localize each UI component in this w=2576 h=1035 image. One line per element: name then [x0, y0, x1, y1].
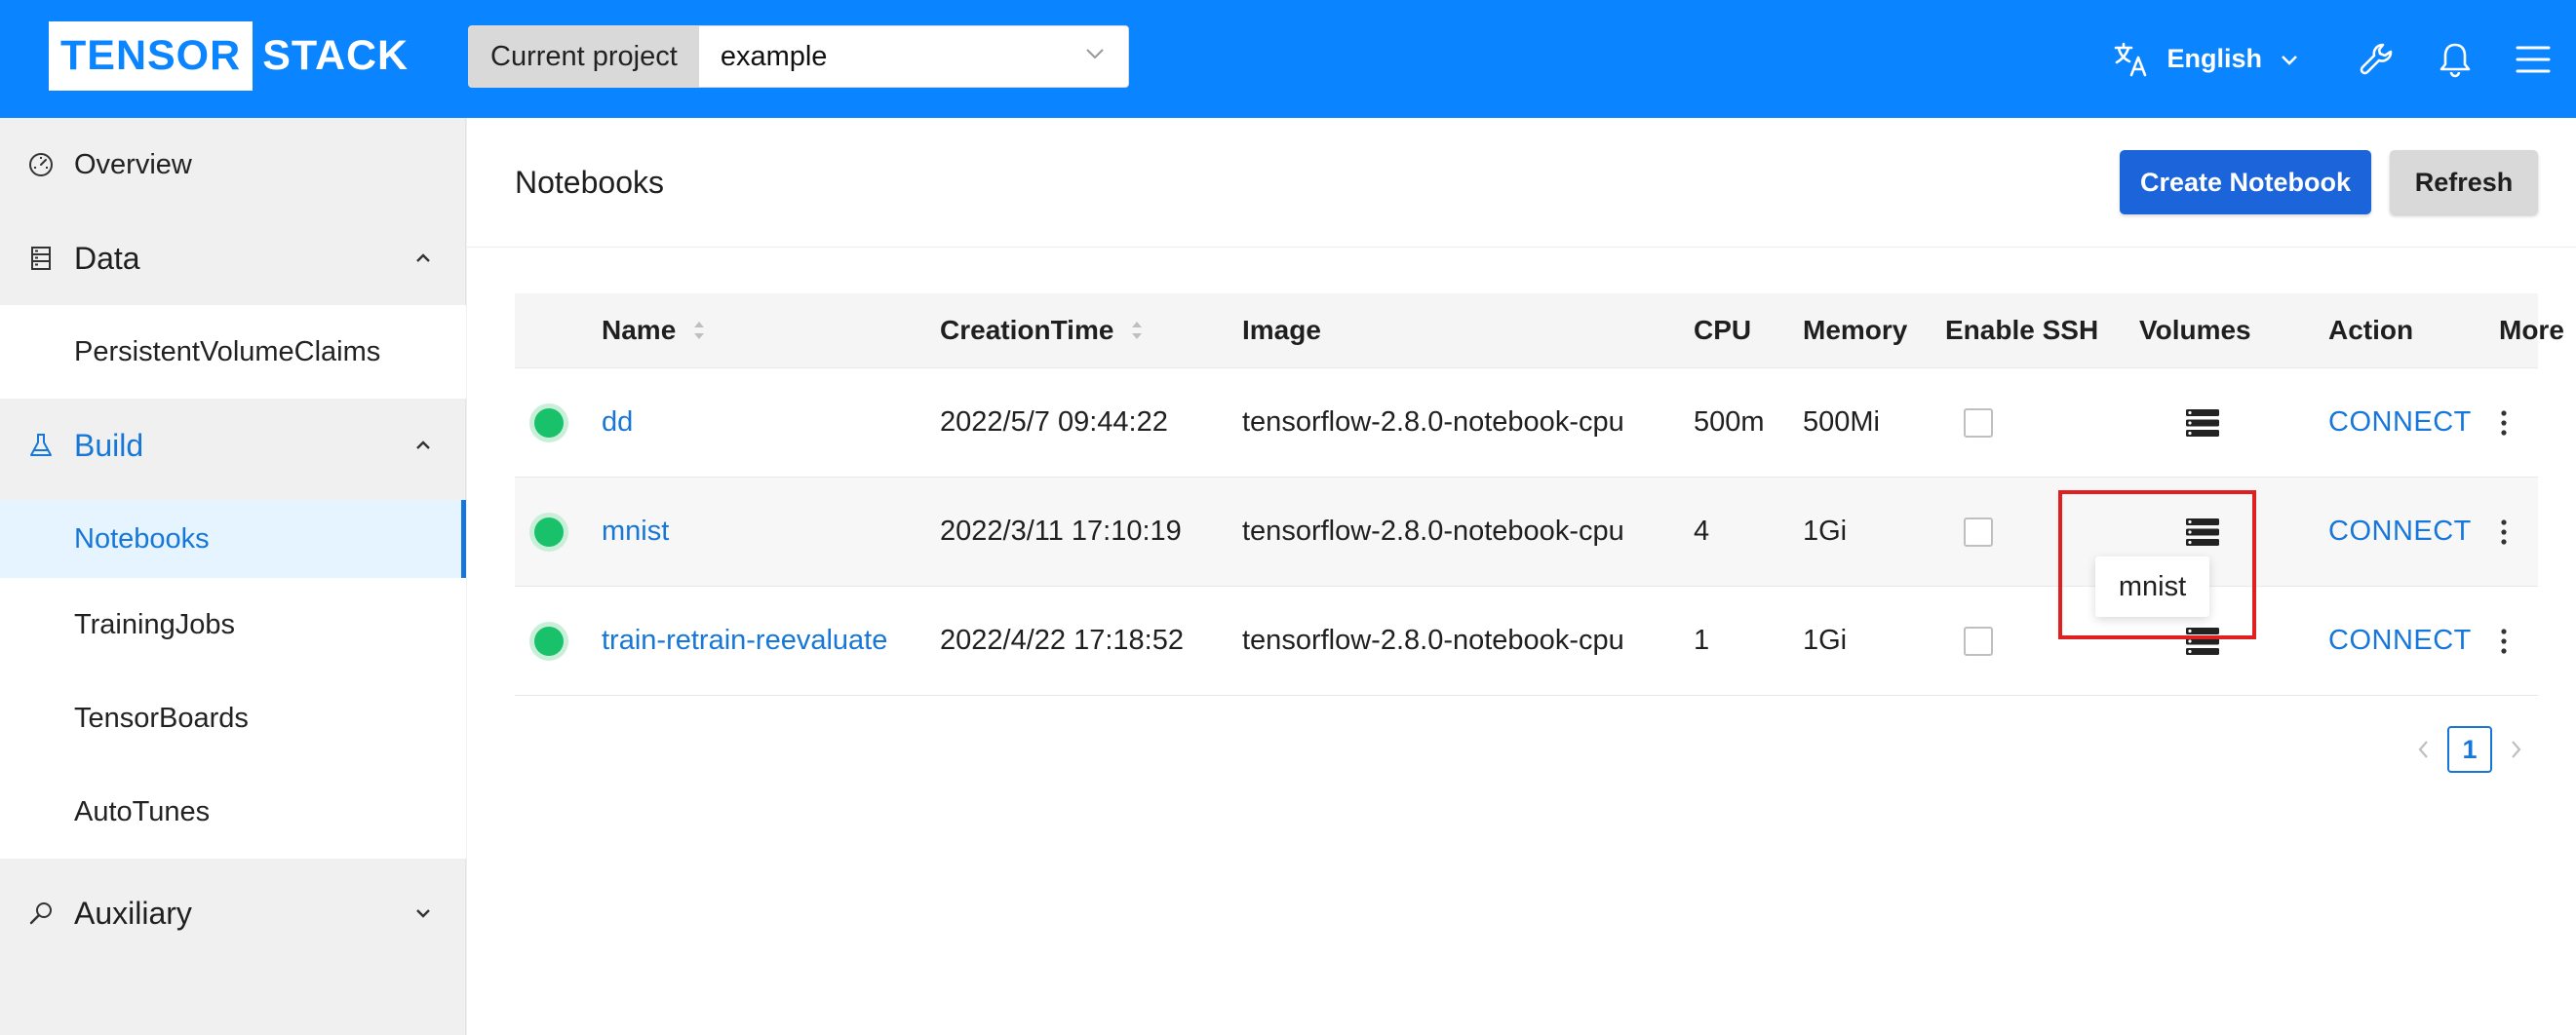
logo[interactable]: TENSOR STACK [49, 21, 409, 91]
status-indicator [534, 587, 564, 695]
column-label: Name [602, 315, 677, 345]
cpu: 1 [1694, 625, 1710, 656]
memory: 1Gi [1803, 516, 1848, 547]
sidebar-item-label: PersistentVolumeClaims [74, 335, 381, 367]
main-content: Notebooks Create Notebook Refresh Name C… [467, 118, 2576, 1035]
sidebar-group-label: Auxiliary [74, 895, 192, 931]
project-selector[interactable]: Current project example [468, 25, 1129, 88]
page-title: Notebooks [515, 165, 664, 200]
chevron-left-icon[interactable] [2402, 739, 2445, 760]
chevron-down-icon [2278, 48, 2301, 71]
column-cpu: CPU [1694, 315, 1752, 345]
highlight-box [2058, 490, 2256, 639]
cpu: 500m [1694, 406, 1765, 438]
column-ssh: Enable SSH [1945, 315, 2099, 345]
sidebar-item-label: TrainingJobs [74, 608, 235, 640]
connect-link[interactable]: CONNECT [2328, 368, 2472, 477]
translate-icon [2112, 40, 2151, 79]
language-selector[interactable]: English [2112, 40, 2301, 79]
project-selector-value[interactable]: example [699, 26, 1128, 87]
chevron-down-icon [1083, 41, 1107, 73]
chevron-up-icon [413, 249, 433, 268]
page-number[interactable]: 1 [2447, 726, 2492, 773]
column-volumes: Volumes [2139, 315, 2251, 345]
memory: 500Mi [1803, 406, 1880, 438]
more-vertical-icon[interactable] [2499, 478, 2509, 586]
connect-link[interactable]: CONNECT [2328, 478, 2472, 586]
chevron-down-icon [413, 903, 433, 923]
pagination: 1 [2402, 726, 2537, 773]
sidebar-item-label: AutoTunes [74, 795, 211, 827]
volumes-icon[interactable] [2185, 368, 2220, 477]
sidebar-item-trainingjobs[interactable]: TrainingJobs [0, 578, 466, 671]
sidebar-group-build[interactable]: Build [0, 399, 466, 492]
wrench-icon[interactable] [2338, 20, 2416, 98]
sidebar-item-autotunes[interactable]: AutoTunes [0, 765, 466, 859]
status-indicator [534, 368, 564, 477]
creation-time: 2022/4/22 17:18:52 [940, 625, 1184, 656]
header-actions: English [2112, 0, 2576, 118]
sidebar: Overview Data PersistentVolumeClaims Bui… [0, 118, 466, 1035]
notebook-name-link[interactable]: train-retrain-reevaluate [602, 587, 887, 695]
sidebar-item-overview[interactable]: Overview [0, 118, 466, 211]
creation-time: 2022/5/7 09:44:22 [940, 406, 1168, 438]
language-label: English [2166, 44, 2262, 73]
logo-text-b: STACK [262, 32, 410, 79]
menu-icon[interactable] [2494, 20, 2572, 98]
project-selector-label: Current project [469, 26, 699, 87]
column-memory: Memory [1803, 315, 1908, 345]
dashboard-icon [27, 151, 57, 178]
chevron-right-icon[interactable] [2494, 739, 2537, 760]
sidebar-group-label: Data [74, 240, 140, 276]
sidebar-item-label: Overview [74, 148, 192, 180]
enable-ssh-checkbox[interactable] [1945, 587, 1993, 695]
sidebar-item-label: Notebooks [74, 522, 210, 555]
memory: 1Gi [1803, 625, 1848, 656]
column-more: More [2499, 315, 2564, 345]
flask-icon [27, 432, 57, 459]
column-name[interactable]: Name [602, 293, 707, 367]
more-vertical-icon[interactable] [2499, 587, 2509, 695]
table-row: dd 2022/5/7 09:44:22 tensorflow-2.8.0-no… [515, 368, 2538, 478]
sidebar-group-label: Build [74, 427, 144, 463]
project-value: example [720, 40, 828, 72]
database-icon [27, 245, 57, 272]
create-notebook-button[interactable]: Create Notebook [2120, 150, 2371, 214]
connect-link[interactable]: CONNECT [2328, 587, 2472, 695]
chevron-up-icon [413, 436, 433, 455]
notebook-name-link[interactable]: dd [602, 368, 633, 477]
column-image: Image [1242, 315, 1321, 345]
enable-ssh-checkbox[interactable] [1945, 478, 1993, 586]
bell-icon[interactable] [2416, 20, 2494, 98]
divider [467, 247, 2576, 248]
column-creation-time[interactable]: CreationTime [940, 293, 1145, 367]
sidebar-item-label: TensorBoards [74, 702, 249, 734]
sidebar-item-tensorboards[interactable]: TensorBoards [0, 671, 466, 765]
table-header: Name CreationTime Image CPU Memory Enabl… [515, 293, 2564, 368]
top-header: TENSOR STACK Current project example Eng… [0, 0, 2576, 118]
column-label: CreationTime [940, 315, 1114, 345]
sidebar-group-auxiliary[interactable]: Auxiliary [0, 866, 466, 960]
refresh-button[interactable]: Refresh [2390, 150, 2538, 214]
status-indicator [534, 478, 564, 586]
creation-time: 2022/3/11 17:10:19 [940, 516, 1182, 547]
enable-ssh-checkbox[interactable] [1945, 368, 1993, 477]
sidebar-item-persistentvolumeclaims[interactable]: PersistentVolumeClaims [0, 305, 466, 399]
more-vertical-icon[interactable] [2499, 368, 2509, 477]
column-action: Action [2328, 315, 2414, 345]
notebook-name-link[interactable]: mnist [602, 478, 669, 586]
image: tensorflow-2.8.0-notebook-cpu [1242, 625, 1624, 656]
cpu: 4 [1694, 516, 1710, 547]
sidebar-group-data[interactable]: Data [0, 211, 466, 305]
image: tensorflow-2.8.0-notebook-cpu [1242, 406, 1624, 438]
sidebar-item-notebooks[interactable]: Notebooks [0, 500, 466, 578]
sort-icon[interactable] [1129, 317, 1145, 344]
image: tensorflow-2.8.0-notebook-cpu [1242, 516, 1624, 547]
search-icon [27, 900, 57, 927]
logo-text-a: TENSOR [49, 21, 254, 91]
sort-icon[interactable] [691, 317, 707, 344]
